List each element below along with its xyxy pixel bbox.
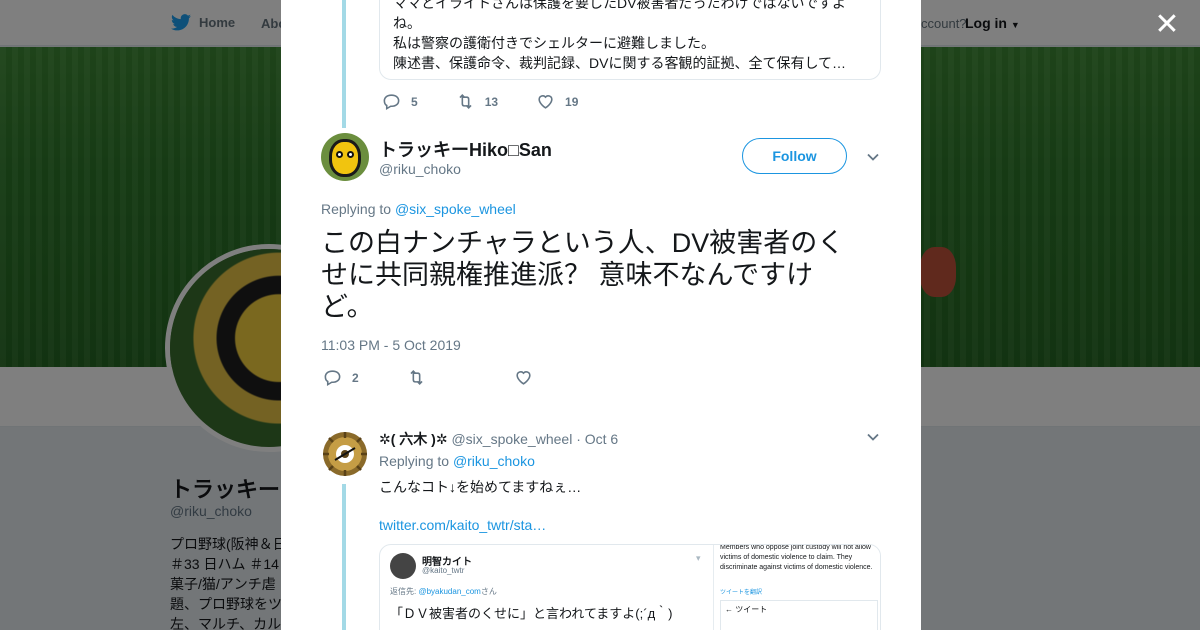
reply-icon — [383, 94, 400, 111]
like-action[interactable] — [514, 368, 533, 387]
parent-tweet-actions: 5 13 19 — [382, 92, 578, 111]
tweet-timestamp[interactable]: 11:03 PM - 5 Oct 2019 — [321, 337, 461, 353]
media-left-panel: 明智カイト @kaito_twtr ▾ 返信先: @byakudan_comさん… — [380, 545, 714, 630]
reply-action[interactable]: 5 — [382, 92, 418, 111]
reply-date[interactable]: · Oct 6 — [576, 431, 618, 447]
reply-count: 2 — [352, 370, 359, 385]
retweet-icon — [410, 370, 423, 385]
media-right-bar: ツイートを翻訳 — [720, 590, 763, 596]
media-right-panel: Members who oppose joint custody will no… — [716, 544, 880, 630]
tweet-actions: 2 — [323, 368, 533, 387]
quoted-line-1: ね。 — [393, 15, 421, 31]
reply-author-name[interactable]: ✲( 六木 )✲ — [379, 431, 448, 447]
media-replying-handle: @byakudan_com — [418, 587, 481, 596]
tweet-modal: ママとイライトさんは保護を要したDV被害者だったわけではないですよ ね。 私は警… — [281, 0, 921, 630]
thread-line-top — [342, 0, 346, 128]
reply-author-handle[interactable]: @six_spoke_wheel — [451, 431, 572, 447]
like-count: 19 — [565, 94, 579, 109]
like-action[interactable]: 19 — [536, 92, 578, 111]
tweet-text: この白ナンチャラという人、DV被害者のくせに共同親権推進派？ 意味不なんですけど… — [321, 228, 845, 322]
media-text: 「ＤＶ被害者のくせに」と言われてますよ(;´д｀) — [390, 606, 673, 621]
reply-replying-link[interactable]: @riku_choko — [453, 453, 535, 469]
media-right-text: Members who oppose joint custody will no… — [720, 544, 873, 571]
retweet-icon — [459, 94, 472, 109]
close-icon[interactable]: ✕ — [1153, 10, 1181, 40]
gear-avatar-icon[interactable] — [321, 430, 369, 478]
like-icon — [538, 95, 553, 109]
media-replying-prefix: 返信先: — [390, 587, 419, 596]
media-replying-suffix: さん — [480, 587, 497, 596]
media-right-tweet: ← ツイート — [720, 600, 878, 630]
media-replying: 返信先: @byakudan_comさん — [390, 586, 497, 597]
media-avatar — [390, 553, 416, 579]
follow-button[interactable]: Follow — [742, 138, 847, 174]
quoted-line-3: 陳述書、保護命令、裁判記録、DVに関する客観的証拠、全て保有して… — [393, 55, 847, 71]
quoted-line-2: 私は警察の護衛付きでシェルターに避難しました。 — [393, 35, 715, 51]
quoted-tweet-card[interactable]: ママとイライトさんは保護を要したDV被害者だったわけではないですよ ね。 私は警… — [379, 0, 881, 80]
chevron-down-icon[interactable] — [866, 150, 880, 164]
reply-header: ✲( 六木 )✲ @six_spoke_wheel · Oct 6 — [379, 429, 618, 449]
author-handle[interactable]: @riku_choko — [379, 161, 461, 177]
author-name[interactable]: トラッキーHiko□San — [379, 136, 552, 162]
chevron-down-icon[interactable] — [866, 430, 880, 444]
media-handle: @kaito_twtr — [422, 566, 465, 575]
thread-line-bottom — [342, 484, 346, 630]
retweet-action[interactable]: 13 — [456, 92, 498, 111]
reply-url-link[interactable]: twitter.com/kaito_twtr/sta… — [379, 517, 546, 533]
reply-action[interactable]: 2 — [323, 368, 359, 387]
reply-replying-to: Replying to @riku_choko — [379, 453, 535, 469]
replying-to-line: Replying to @six_spoke_wheel — [321, 201, 516, 217]
reply-text: こんなコト↓を始めてますねぇ… — [379, 479, 582, 495]
reply-replying-prefix: Replying to — [379, 453, 450, 469]
author-avatar[interactable] — [321, 133, 369, 181]
like-icon — [516, 371, 531, 385]
reply-count: 5 — [411, 94, 418, 109]
reply-media-image[interactable]: 明智カイト @kaito_twtr ▾ 返信先: @byakudan_comさん… — [379, 544, 881, 630]
quoted-line-0: ママとイライトさんは保護を要したDV被害者だったわけではないですよ — [393, 0, 847, 11]
retweet-count: 13 — [484, 94, 499, 109]
media-chevron-icon: ▾ — [696, 553, 701, 563]
replying-prefix: Replying to — [321, 201, 392, 217]
reply-icon — [324, 370, 341, 387]
retweet-action[interactable] — [407, 368, 426, 387]
replying-to-link[interactable]: @six_spoke_wheel — [395, 201, 516, 217]
